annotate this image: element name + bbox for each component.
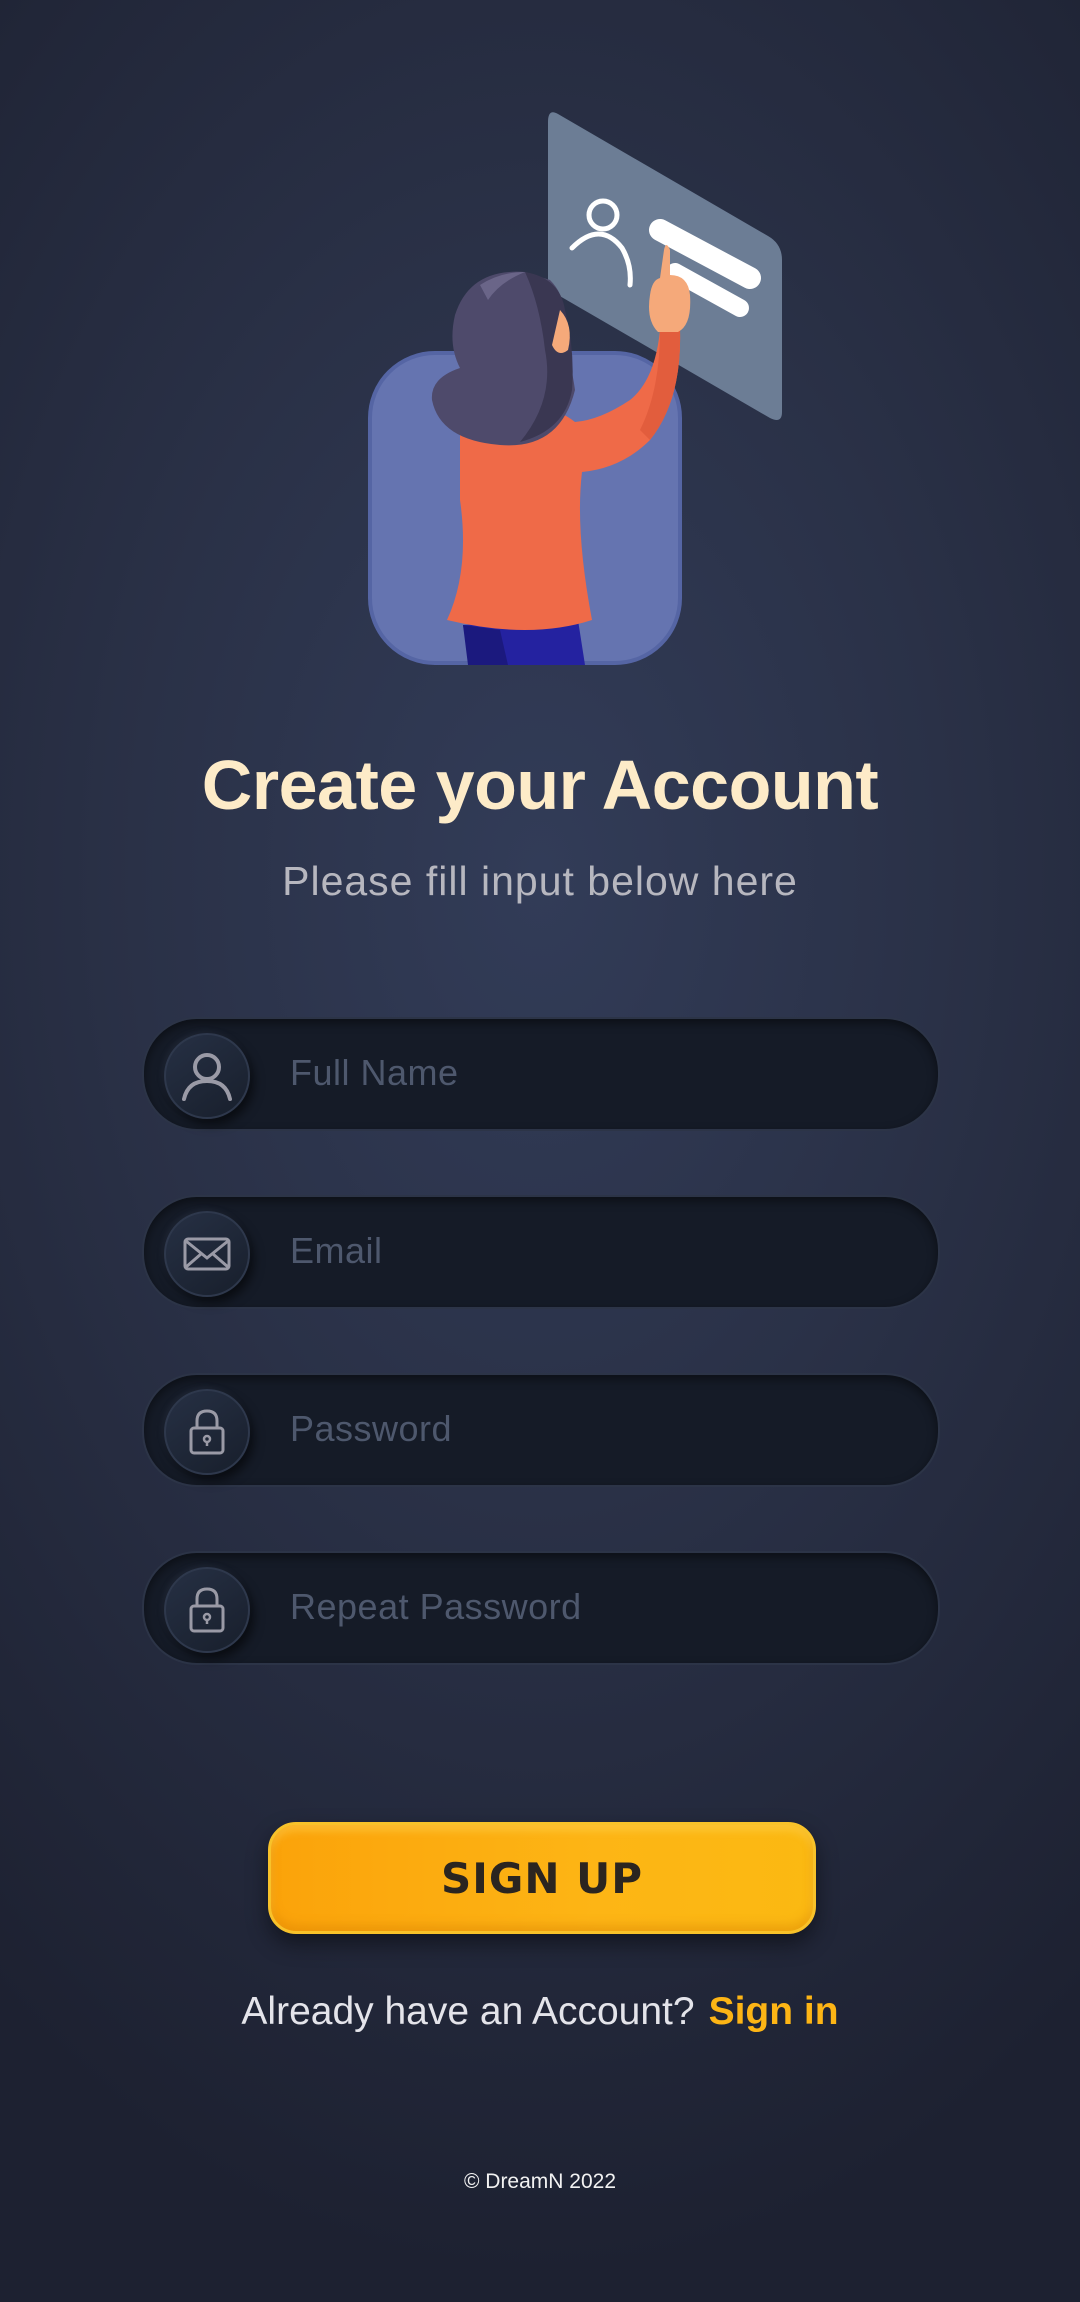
password-input[interactable] <box>288 1375 912 1483</box>
sign-up-button[interactable]: SIGN UP <box>268 1822 816 1934</box>
full-name-field[interactable] <box>142 1017 940 1131</box>
page-subtitle: Please fill input below here <box>282 858 798 904</box>
sign-in-link[interactable]: Sign in <box>709 1990 839 2033</box>
user-icon <box>164 1033 250 1119</box>
email-field[interactable] <box>142 1195 940 1309</box>
lock-icon <box>164 1389 250 1475</box>
lock-icon <box>164 1567 250 1653</box>
hero-illustration <box>368 112 782 665</box>
password-field[interactable] <box>142 1373 940 1487</box>
repeat-password-field[interactable] <box>142 1551 940 1665</box>
full-name-input[interactable] <box>288 1019 912 1127</box>
repeat-password-input[interactable] <box>288 1553 912 1661</box>
signin-prompt-text: Already have an Account? <box>241 1990 695 2033</box>
page-title: Create your Account <box>201 746 879 824</box>
copyright-text: © DreamN 2022 <box>463 2170 617 2193</box>
email-input[interactable] <box>288 1197 912 1305</box>
signin-prompt-row: Already have an Account? Sign in <box>0 1990 1080 2034</box>
mail-icon <box>164 1211 250 1297</box>
